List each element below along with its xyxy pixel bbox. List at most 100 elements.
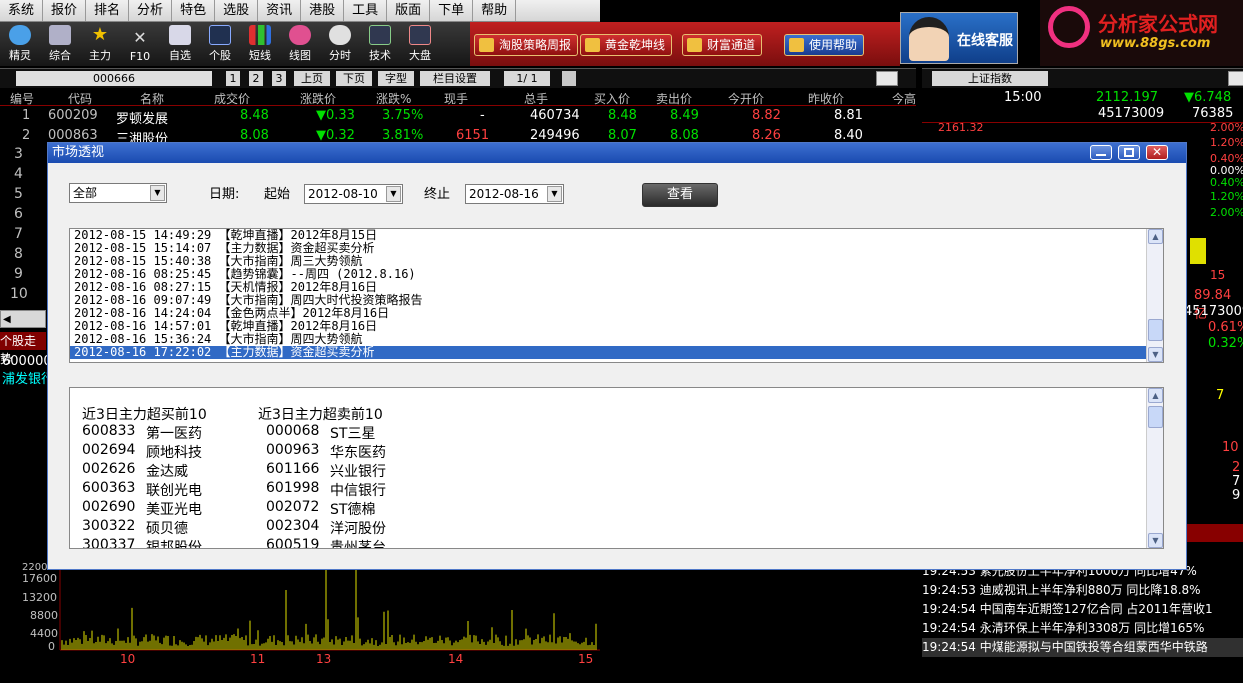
index-header-bar: 上证指数 xyxy=(922,68,1243,88)
row-price: 8.48 xyxy=(240,108,269,123)
report-content[interactable]: 近3日主力超买前10 近3日主力超卖前10 600833 第一医药 002694 顾地… xyxy=(69,387,1164,549)
menu-feature[interactable]: 特色 xyxy=(172,0,216,21)
tool-overview[interactable]: 综合 xyxy=(40,22,80,66)
start-label: 起始 xyxy=(264,187,291,202)
next-page-button[interactable]: 下页 xyxy=(336,71,372,86)
tool-f10[interactable]: ✕ F10 xyxy=(120,22,160,66)
buy-name: 联创光电 xyxy=(146,483,202,499)
menu-system[interactable]: 系统 xyxy=(0,0,44,21)
promo-wealth-button[interactable]: 财富通道 xyxy=(682,34,763,56)
help-button[interactable]: 使用帮助 xyxy=(784,34,865,56)
prev-page-button[interactable]: 上页 xyxy=(294,71,330,86)
col-prev[interactable]: 昨收价 xyxy=(808,90,844,107)
menu-analysis[interactable]: 分析 xyxy=(129,0,173,21)
menu-quote[interactable]: 报价 xyxy=(43,0,87,21)
online-service-button[interactable]: 在线客服 xyxy=(900,12,1018,64)
tool-stock[interactable]: 个股 xyxy=(200,22,240,66)
tool-wizard[interactable]: 精灵 xyxy=(0,22,40,66)
news-item[interactable]: 19:24:54 永清环保上半年净利3308万 同比增165% xyxy=(922,619,1243,638)
start-date-value: 2012-08-10 xyxy=(308,187,378,201)
col-no[interactable]: 编号 xyxy=(10,90,34,107)
quote-column-header: 编号 代码 名称 成交价 涨跌价 涨跌% 现手 总手 买入价 卖出价 今开价 昨… xyxy=(0,89,916,106)
index-side-value: 10 xyxy=(1222,440,1239,455)
menu-help[interactable]: 帮助 xyxy=(473,0,517,21)
maximize-icon[interactable] xyxy=(876,71,898,86)
chart-pct-label: 2.00% xyxy=(1210,206,1243,219)
menu-order[interactable]: 下单 xyxy=(430,0,474,21)
maximize-icon[interactable] xyxy=(1228,71,1243,86)
row-price: 8.08 xyxy=(240,128,269,143)
tool-technical[interactable]: 技术 xyxy=(360,22,400,66)
promo-weekly-button[interactable]: 淘股策略周报 xyxy=(474,34,579,56)
view-button[interactable]: 查看 xyxy=(642,183,718,207)
news-item[interactable]: 19:24:53 迪威视讯上半年净利880万 同比降18.8% xyxy=(922,581,1243,600)
start-date-picker[interactable]: 2012-08-10 ▼ xyxy=(304,184,403,204)
print-icon[interactable] xyxy=(562,71,576,86)
row-prev: 8.40 xyxy=(834,128,863,143)
col-total[interactable]: 总手 xyxy=(524,90,548,107)
tool-market[interactable]: 大盘 xyxy=(400,22,440,66)
col-bid[interactable]: 买入价 xyxy=(594,90,630,107)
row-number: 8 xyxy=(14,246,23,262)
end-date-picker[interactable]: 2012-08-16 ▼ xyxy=(465,184,564,204)
quote-header-bar: 000666 1 2 3 上页 下页 字型 栏目设置 1/ 1 xyxy=(0,68,916,88)
col-name[interactable]: 名称 xyxy=(140,90,164,107)
sell-name: 中信银行 xyxy=(330,483,386,499)
row-no: 1 xyxy=(22,108,31,123)
index-volume: 45173009 xyxy=(1098,106,1165,121)
col-high[interactable]: 今高 xyxy=(892,90,916,107)
maximize-button[interactable] xyxy=(1118,145,1140,160)
page-1-button[interactable]: 1 xyxy=(226,71,240,86)
index-tab[interactable]: 上证指数 xyxy=(932,71,1048,86)
scroll-up-icon[interactable]: ▲ xyxy=(1148,229,1163,244)
buy-code: 300322 xyxy=(82,518,136,534)
scroll-thumb[interactable] xyxy=(1148,319,1163,341)
list-item-selected[interactable]: 2012-08-16 17:22:02 【主力数据】资金超买卖分析 xyxy=(70,346,1163,359)
category-select[interactable]: 全部 ▼ xyxy=(69,183,167,203)
axis-label: 8800 xyxy=(30,609,58,622)
menu-rank[interactable]: 排名 xyxy=(86,0,130,21)
menu-layout[interactable]: 版面 xyxy=(387,0,431,21)
page-2-button[interactable]: 2 xyxy=(249,71,263,86)
tool-intraday[interactable]: 分时 xyxy=(320,22,360,66)
col-pct[interactable]: 涨跌% xyxy=(376,90,411,107)
menu-info[interactable]: 资讯 xyxy=(258,0,302,21)
col-open[interactable]: 今开价 xyxy=(728,90,764,107)
menu-tools[interactable]: 工具 xyxy=(344,0,388,21)
bar-chart-icon xyxy=(249,25,271,45)
tool-main-force[interactable]: ★ 主力 xyxy=(80,22,120,66)
stock-trend-tab[interactable]: 个股走势 xyxy=(0,332,46,366)
tool-map[interactable]: 线图 xyxy=(280,22,320,66)
minimize-button[interactable] xyxy=(1090,145,1112,160)
table-row[interactable]: 1 600209 罗顿发展 8.48 ▼0.33 3.75% - 460734 … xyxy=(0,106,916,127)
stock-code-box[interactable]: 000666 xyxy=(16,71,212,86)
content-scrollbar[interactable]: ▲ ▼ xyxy=(1146,388,1163,548)
news-item[interactable]: 19:24:54 中煤能源拟与中国铁投等合组蒙西华中铁路 xyxy=(922,638,1243,657)
scroll-left-button[interactable]: ◀ xyxy=(0,310,46,328)
col-change[interactable]: 涨跌价 xyxy=(300,90,336,107)
col-ask[interactable]: 卖出价 xyxy=(656,90,692,107)
column-settings-button[interactable]: 栏目设置 xyxy=(420,71,490,86)
tool-watchlist[interactable]: 自选 xyxy=(160,22,200,66)
menu-screener[interactable]: 选股 xyxy=(215,0,259,21)
promo-gold-button[interactable]: 黄金乾坤线 xyxy=(580,34,673,56)
font-button[interactable]: 字型 xyxy=(378,71,414,86)
close-button[interactable]: ✕ xyxy=(1146,145,1168,160)
col-vol[interactable]: 现手 xyxy=(444,90,468,107)
tool-label: 大盘 xyxy=(409,49,431,62)
col-code[interactable]: 代码 xyxy=(68,90,92,107)
news-item[interactable]: 19:24:54 中国南车近期签127亿合同 占2011年营收1 xyxy=(922,600,1243,619)
scroll-down-icon[interactable]: ▼ xyxy=(1148,347,1163,362)
scroll-thumb[interactable] xyxy=(1148,406,1163,428)
report-list[interactable]: 2012-08-15 14:49:29 【乾坤直播】2012年8月15日 201… xyxy=(69,228,1164,363)
sell-code: 002304 xyxy=(266,518,320,534)
tool-short-term[interactable]: 短线 xyxy=(240,22,280,66)
col-price[interactable]: 成交价 xyxy=(214,90,250,107)
scroll-up-icon[interactable]: ▲ xyxy=(1148,388,1163,403)
page-3-button[interactable]: 3 xyxy=(272,71,286,86)
list-scrollbar[interactable]: ▲ ▼ xyxy=(1146,229,1163,362)
scroll-down-icon[interactable]: ▼ xyxy=(1148,533,1163,548)
coin-icon xyxy=(687,38,702,52)
menu-hk[interactable]: 港股 xyxy=(301,0,345,21)
person-icon xyxy=(789,38,804,52)
